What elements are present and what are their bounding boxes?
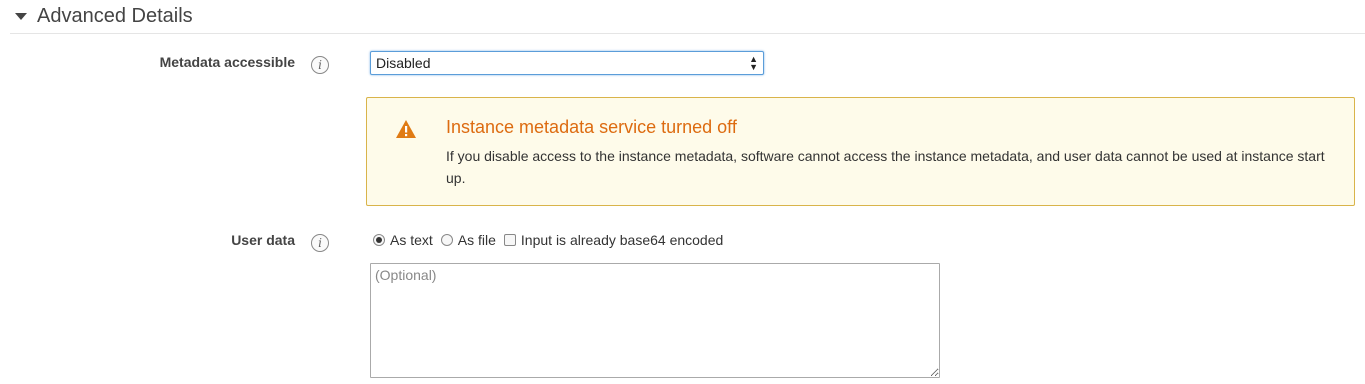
info-icon[interactable]: i [311,234,329,252]
user-data-options: As text As file Input is already base64 … [373,229,731,251]
user-data-label: User data [231,232,295,248]
select-value: Disabled [376,55,431,71]
caret-down-icon[interactable] [15,13,27,20]
base64-encoded-checkbox[interactable] [503,234,516,246]
as-file-radio[interactable] [440,234,453,246]
advanced-details-panel: Advanced Details Metadata accessible i D… [0,0,1365,384]
info-icon-glyph: i [318,58,322,72]
metadata-accessible-select[interactable]: Disabled ▲ ▼ [370,51,764,75]
user-data-textarea[interactable] [370,263,940,378]
warning-text: If you disable access to the instance me… [446,148,1325,186]
as-file-label[interactable]: As file [458,232,496,248]
metadata-warning-alert: Instance metadata service turned off If … [366,97,1355,206]
warning-title: Instance metadata service turned off [446,117,737,137]
info-icon[interactable]: i [311,56,329,74]
as-text-radio[interactable] [373,234,385,246]
info-icon-glyph: i [318,236,322,250]
warning-triangle-icon [396,120,416,138]
advanced-details-toggle[interactable]: Advanced Details [10,0,1365,34]
section-title: Advanced Details [37,5,193,27]
metadata-accessible-label: Metadata accessible [159,54,295,70]
select-arrows-icon: ▲ ▼ [749,54,758,72]
base64-encoded-label[interactable]: Input is already base64 encoded [521,232,723,248]
as-text-label[interactable]: As text [390,232,433,248]
